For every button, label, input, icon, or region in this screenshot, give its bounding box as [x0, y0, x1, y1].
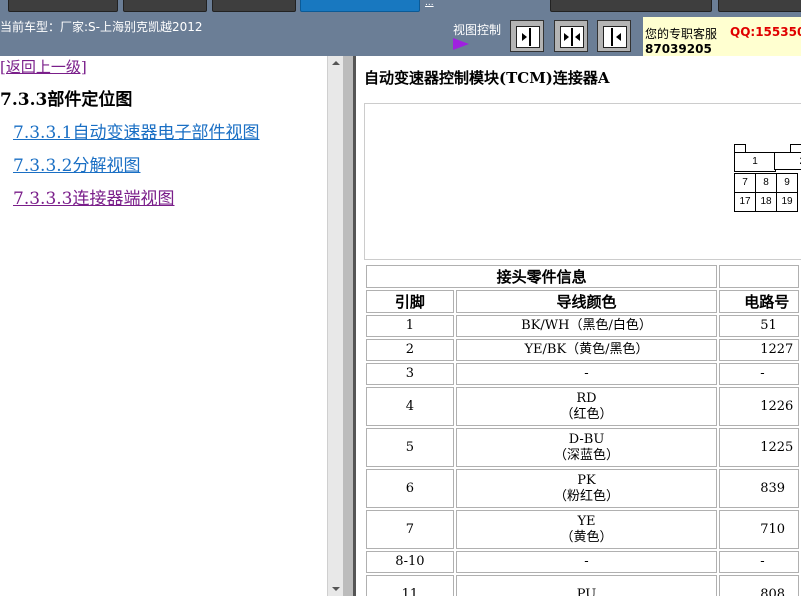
circuit-cell: 839 — [719, 469, 799, 508]
circuit-cell: - — [719, 551, 799, 573]
toc-link-components[interactable]: 7.3.3.1自动变速器电子部件视图 — [13, 118, 259, 143]
table-row: 1 BK/WH（黑色/白色） 51 — [366, 315, 799, 337]
connector-pin: 1 — [734, 152, 776, 172]
circuit-cell: - — [719, 363, 799, 385]
connector-pin: 19 — [776, 192, 798, 212]
table-title: 接头零件信息 — [366, 265, 718, 288]
pin-cell: 1 — [366, 315, 454, 337]
support-label: 您的专职客服 — [645, 27, 718, 41]
section-title: 7.3.3部件定位图 — [0, 90, 133, 110]
current-car-label: 当前车型：厂家:S-上海别克凯越2012 — [0, 20, 203, 34]
table-row: 11 PU 808 — [366, 575, 799, 596]
pin-cell: 11 — [366, 575, 454, 596]
pin-cell: 6 — [366, 469, 454, 508]
customer-service-box: 您的专职客服 QQ:1553501 87039205 — [643, 17, 801, 56]
table-row: 4 RD （红色） 1226 — [366, 387, 799, 426]
connector-pin: 7 — [734, 173, 756, 193]
toc-link-exploded[interactable]: 7.3.3.2分解视图 — [13, 151, 140, 176]
wire-color-cell: PU — [455, 575, 718, 596]
support-number: 87039205 — [645, 42, 712, 56]
toolbar-button-1[interactable] — [8, 0, 118, 12]
table-title-cell — [719, 265, 799, 288]
pane-divider[interactable] — [343, 56, 356, 596]
circuit-cell: 1226 — [719, 387, 799, 426]
back-link[interactable]: [返回上一级] — [0, 56, 87, 77]
view-right-pane-button[interactable] — [597, 20, 631, 52]
table-row: 6 PK （粉红色） 839 — [366, 469, 799, 508]
top-toolbar: ... 当前车型：厂家:S-上海别克凯越2012 视图控制 您的专职客服 QQ:… — [0, 0, 801, 56]
connector-pin: 8 — [755, 173, 777, 193]
toolbar-button-3[interactable] — [212, 0, 296, 12]
wire-color-cell: PK （粉红色） — [455, 469, 718, 508]
view-left-pane-button[interactable] — [510, 20, 544, 52]
connector-pin: 17 — [734, 192, 756, 212]
scroll-up-icon[interactable] — [332, 61, 340, 65]
toc-link-connector[interactable]: 7.3.3.3连接器端视图 — [13, 184, 174, 209]
table-row: 7 YE （黄色） 710 — [366, 510, 799, 549]
pin-cell: 3 — [366, 363, 454, 385]
more-link[interactable]: ... — [425, 0, 434, 8]
pin-cell: 2 — [366, 339, 454, 361]
wire-color-cell: D-BU （深蓝色） — [455, 428, 718, 467]
left-scrollbar[interactable] — [327, 56, 343, 596]
wire-color-cell: YE/BK（黄色/黑色） — [455, 339, 718, 361]
wire-color-cell: - — [455, 363, 718, 385]
connector-diagram: 1 2 7 8 9 17 18 19 — [364, 103, 801, 260]
support-qq[interactable]: QQ:1553501 — [730, 25, 801, 39]
circuit-cell: 808 — [719, 575, 799, 596]
toolbar-button-2[interactable] — [123, 0, 207, 12]
panel-split-icon — [560, 26, 584, 48]
toolbar-button-5[interactable] — [550, 0, 712, 12]
connector-pin: 2 — [774, 152, 801, 170]
navigation-pane: [返回上一级] 7.3.3部件定位图 7.3.3.1自动变速器电子部件视图 7.… — [0, 56, 327, 596]
content-title: 自动变速器控制模块(TCM)连接器A — [364, 69, 610, 87]
circuit-cell: 51 — [719, 315, 799, 337]
wire-color-cell: - — [455, 551, 718, 573]
pin-cell: 5 — [366, 428, 454, 467]
content-pane: 自动变速器控制模块(TCM)连接器A 1 2 7 8 9 17 18 19 接头… — [356, 56, 801, 596]
play-icon[interactable] — [453, 38, 469, 50]
column-header-pin: 引脚 — [366, 290, 454, 313]
column-header-wire-color: 导线颜色 — [455, 290, 718, 313]
pin-cell: 4 — [366, 387, 454, 426]
scroll-down-icon[interactable] — [332, 587, 340, 591]
toolbar-button-6[interactable] — [718, 0, 801, 12]
wire-color-cell: RD （红色） — [455, 387, 718, 426]
toolbar-button-active[interactable] — [300, 0, 420, 12]
connector-info-table: 接头零件信息 引脚 导线颜色 电路号 1 BK/WH（黑色/白色） 51 2 YE/BK… — [364, 263, 801, 596]
table-row: 2 YE/BK（黄色/黑色） 1227 — [366, 339, 799, 361]
pin-cell: 8-10 — [366, 551, 454, 573]
circuit-cell: 1225 — [719, 428, 799, 467]
circuit-cell: 710 — [719, 510, 799, 549]
wire-color-cell: YE （黄色） — [455, 510, 718, 549]
panel-left-icon — [603, 26, 627, 48]
circuit-cell: 1227 — [719, 339, 799, 361]
view-split-button[interactable] — [554, 20, 588, 52]
column-header-circuit: 电路号 — [719, 290, 799, 313]
connector-pin: 18 — [755, 192, 777, 212]
table-row: 8-10- - — [366, 551, 799, 573]
view-control-label: 视图控制 — [453, 23, 502, 37]
table-row: 5 D-BU （深蓝色） 1225 — [366, 428, 799, 467]
connector-pin: 9 — [776, 173, 798, 193]
wire-color-cell: BK/WH（黑色/白色） — [455, 315, 718, 337]
pin-cell: 7 — [366, 510, 454, 549]
panel-right-icon — [516, 26, 540, 48]
table-row: 3-- — [366, 363, 799, 385]
